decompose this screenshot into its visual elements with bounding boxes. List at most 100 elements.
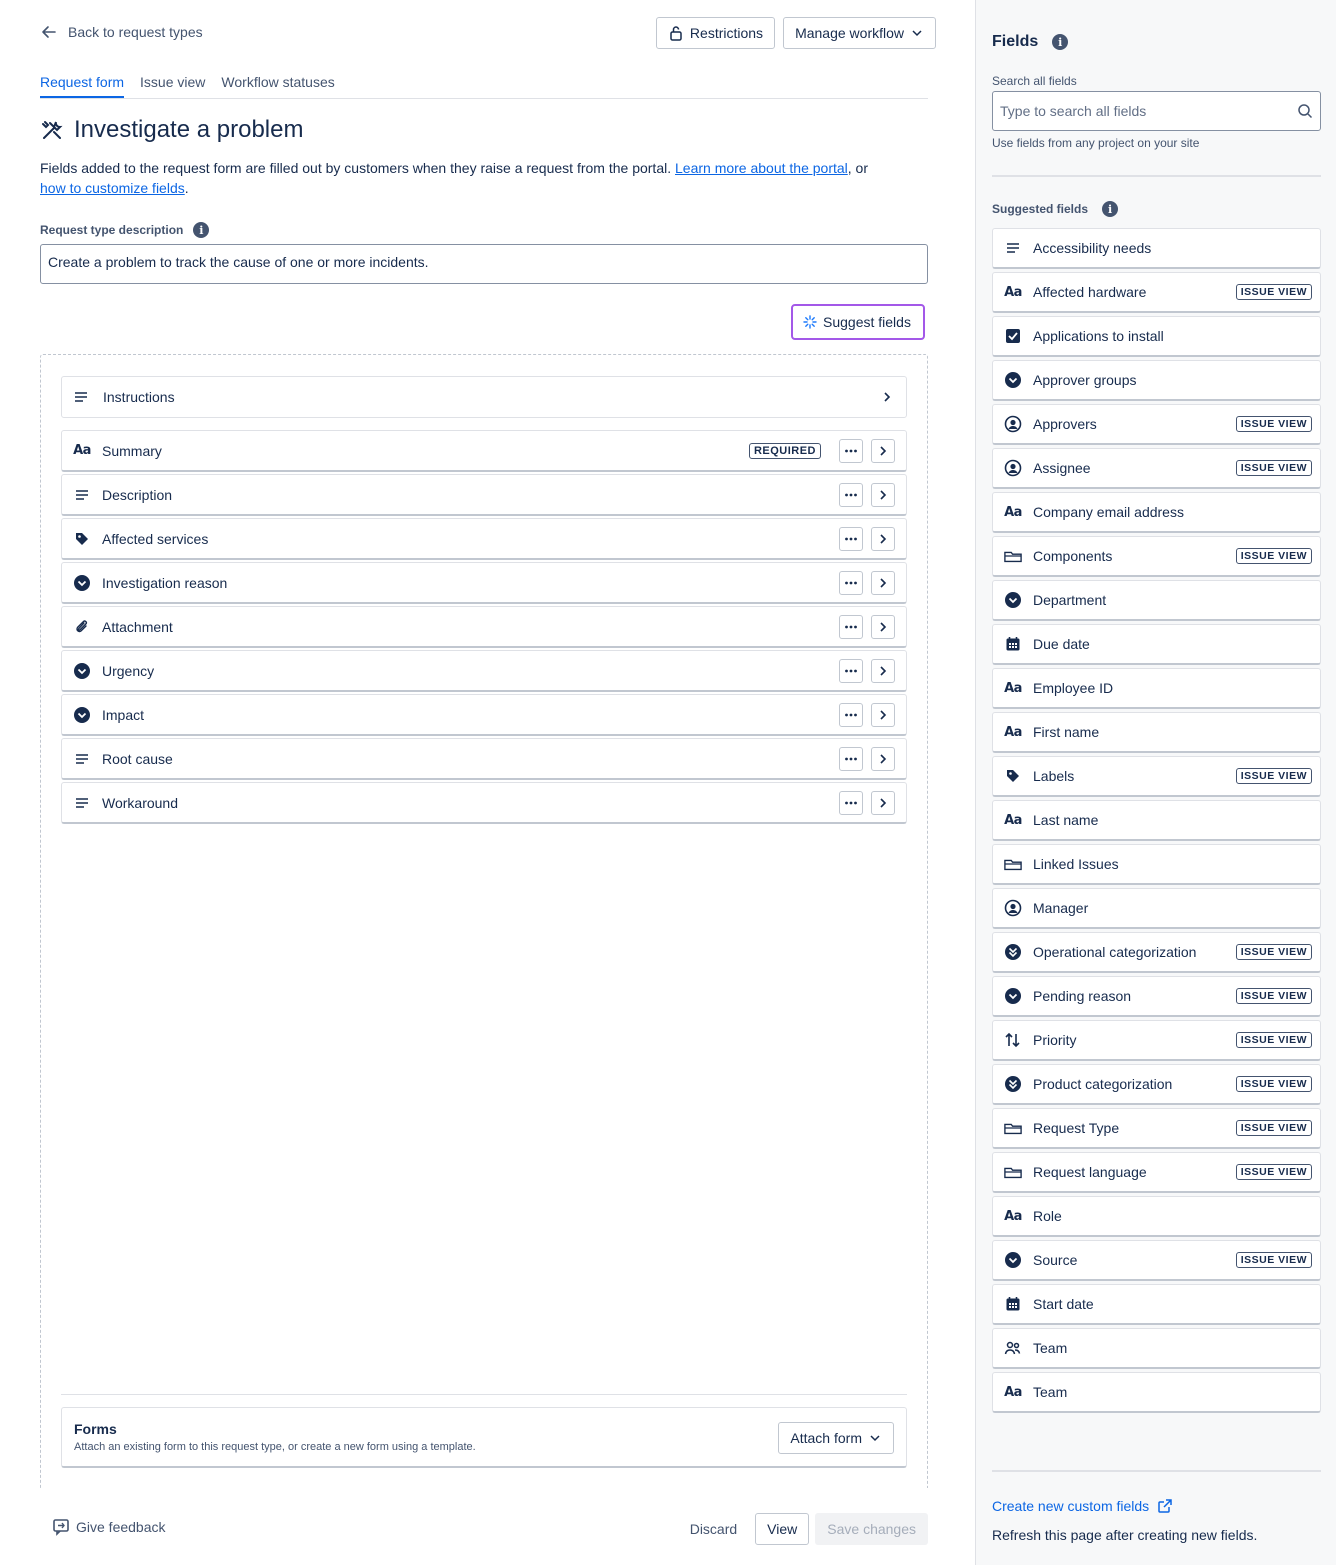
expand-field-button[interactable] [871, 438, 895, 463]
more-options-button[interactable] [839, 614, 863, 639]
more-options-button[interactable] [839, 790, 863, 815]
field-label: Assignee [1033, 460, 1091, 476]
description-field[interactable]: Create a problem to track the cause of o… [40, 244, 928, 284]
instructions-row[interactable]: Instructions [61, 376, 907, 418]
suggested-field-first-name[interactable]: Aa First name [992, 712, 1321, 753]
create-custom-fields-link[interactable]: Create new custom fields [992, 1498, 1173, 1514]
save-changes-button[interactable]: Save changes [815, 1513, 928, 1545]
chevron-right-icon [880, 577, 887, 588]
restrictions-button[interactable]: Restrictions [655, 17, 776, 49]
tab-issue-view[interactable]: Issue view [140, 74, 205, 98]
tab-workflow-statuses[interactable]: Workflow statuses [221, 74, 334, 98]
expand-field-button[interactable] [871, 790, 895, 815]
person-icon [1004, 899, 1022, 917]
tab-request-form[interactable]: Request form [40, 74, 125, 98]
suggested-field-components[interactable]: Components ISSUE VIEW [992, 536, 1321, 577]
suggested-field-request-language[interactable]: Request language ISSUE VIEW [992, 1152, 1321, 1193]
fields-sidebar: Fields i Search all fields Use fields fr… [975, 0, 1336, 1565]
form-field-summary[interactable]: Aa Summary REQUIRED [61, 430, 907, 472]
form-field-description[interactable]: Description [61, 474, 907, 516]
suggested-field-approver-groups[interactable]: Approver groups [992, 360, 1321, 401]
suggest-fields-button[interactable]: Suggest fields [791, 304, 925, 340]
suggested-field-department[interactable]: Department [992, 580, 1321, 621]
suggested-field-role[interactable]: Aa Role [992, 1196, 1321, 1237]
field-label: Product categorization [1033, 1076, 1173, 1092]
manage-workflow-button[interactable]: Manage workflow [783, 17, 936, 49]
page-title-row: Investigate a problem [40, 116, 303, 144]
more-options-button[interactable] [839, 482, 863, 507]
field-label: Employee ID [1033, 680, 1114, 696]
suggested-field-approvers[interactable]: Approvers ISSUE VIEW [992, 404, 1321, 445]
suggested-field-product-categorization[interactable]: Product categorization ISSUE VIEW [992, 1064, 1321, 1105]
form-field-workaround[interactable]: Workaround [61, 782, 907, 824]
suggested-field-linked-issues[interactable]: Linked Issues [992, 844, 1321, 885]
expand-field-button[interactable] [871, 570, 895, 595]
expand-field-button[interactable] [871, 746, 895, 771]
info-icon[interactable]: i [1102, 201, 1119, 217]
suggested-field-manager[interactable]: Manager [992, 888, 1321, 929]
issue-view-lozenge: ISSUE VIEW [1235, 1032, 1312, 1048]
more-options-button[interactable] [839, 702, 863, 727]
suggested-field-due-date[interactable]: Due date [992, 624, 1321, 665]
back-link[interactable]: Back to request types [40, 23, 203, 41]
field-label: Manager [1033, 900, 1089, 916]
form-field-root-cause[interactable]: Root cause [61, 738, 907, 780]
field-label: Root cause [102, 750, 173, 767]
paperclip-icon [73, 618, 91, 636]
suggested-field-team[interactable]: Aa Team [992, 1372, 1321, 1413]
suggested-field-start-date[interactable]: Start date [992, 1284, 1321, 1325]
field-label: Team [1033, 1340, 1068, 1356]
suggested-field-employee-id[interactable]: Aa Employee ID [992, 668, 1321, 709]
form-field-urgency[interactable]: Urgency [61, 650, 907, 692]
person-icon [1004, 459, 1022, 477]
field-label: Impact [102, 706, 145, 723]
suggested-field-request-type[interactable]: Request Type ISSUE VIEW [992, 1108, 1321, 1149]
more-options-button[interactable] [839, 746, 863, 771]
suggested-field-team[interactable]: Team [992, 1328, 1321, 1369]
more-options-button[interactable] [839, 658, 863, 683]
suggested-field-applications-to-install[interactable]: Applications to install [992, 316, 1321, 357]
attach-form-button[interactable]: Attach form [778, 1422, 894, 1454]
expand-field-button[interactable] [871, 482, 895, 507]
form-field-attachment[interactable]: Attachment [61, 606, 907, 648]
more-icon [845, 537, 857, 540]
suggested-field-operational-categorization[interactable]: Operational categorization ISSUE VIEW [992, 932, 1321, 973]
suggested-field-pending-reason[interactable]: Pending reason ISSUE VIEW [992, 976, 1321, 1017]
divider [61, 1394, 907, 1395]
search-label: Search all fields [992, 74, 1077, 88]
give-feedback-button[interactable]: Give feedback [52, 1518, 166, 1536]
sparkle-icon [803, 315, 817, 329]
form-field-investigation-reason[interactable]: Investigation reason [61, 562, 907, 604]
suggested-field-company-email-address[interactable]: Aa Company email address [992, 492, 1321, 533]
customize-fields-link[interactable]: how to customize fields [40, 180, 185, 196]
suggested-field-affected-hardware[interactable]: Aa Affected hardware ISSUE VIEW [992, 272, 1321, 313]
suggested-field-priority[interactable]: Priority ISSUE VIEW [992, 1020, 1321, 1061]
more-options-button[interactable] [839, 570, 863, 595]
more-options-button[interactable] [839, 438, 863, 463]
give-feedback-label: Give feedback [76, 1519, 166, 1535]
discard-button[interactable]: Discard [678, 1513, 749, 1545]
view-button[interactable]: View [755, 1513, 810, 1545]
more-options-button[interactable] [839, 526, 863, 551]
suggested-field-accessibility-needs[interactable]: Accessibility needs [992, 228, 1321, 269]
field-label: Description [102, 486, 173, 503]
learn-portal-link[interactable]: Learn more about the portal [675, 160, 848, 176]
expand-field-button[interactable] [871, 526, 895, 551]
expand-field-button[interactable] [871, 658, 895, 683]
form-field-impact[interactable]: Impact [61, 694, 907, 736]
expand-field-button[interactable] [871, 702, 895, 727]
form-field-affected-services[interactable]: Affected services [61, 518, 907, 560]
issue-view-lozenge: ISSUE VIEW [1235, 1120, 1312, 1136]
suggested-fields-heading: Suggested fields i [992, 201, 1119, 217]
search-input[interactable] [1000, 103, 1297, 119]
select-icon [1004, 987, 1022, 1005]
info-icon[interactable]: i [193, 222, 210, 238]
issue-view-lozenge: ISSUE VIEW [1235, 284, 1312, 300]
field-label: Request language [1033, 1164, 1147, 1180]
expand-field-button[interactable] [871, 614, 895, 639]
suggested-field-last-name[interactable]: Aa Last name [992, 800, 1321, 841]
suggested-field-source[interactable]: Source ISSUE VIEW [992, 1240, 1321, 1281]
suggested-field-labels[interactable]: Labels ISSUE VIEW [992, 756, 1321, 797]
suggested-field-assignee[interactable]: Assignee ISSUE VIEW [992, 448, 1321, 489]
info-icon[interactable]: i [1052, 34, 1069, 50]
